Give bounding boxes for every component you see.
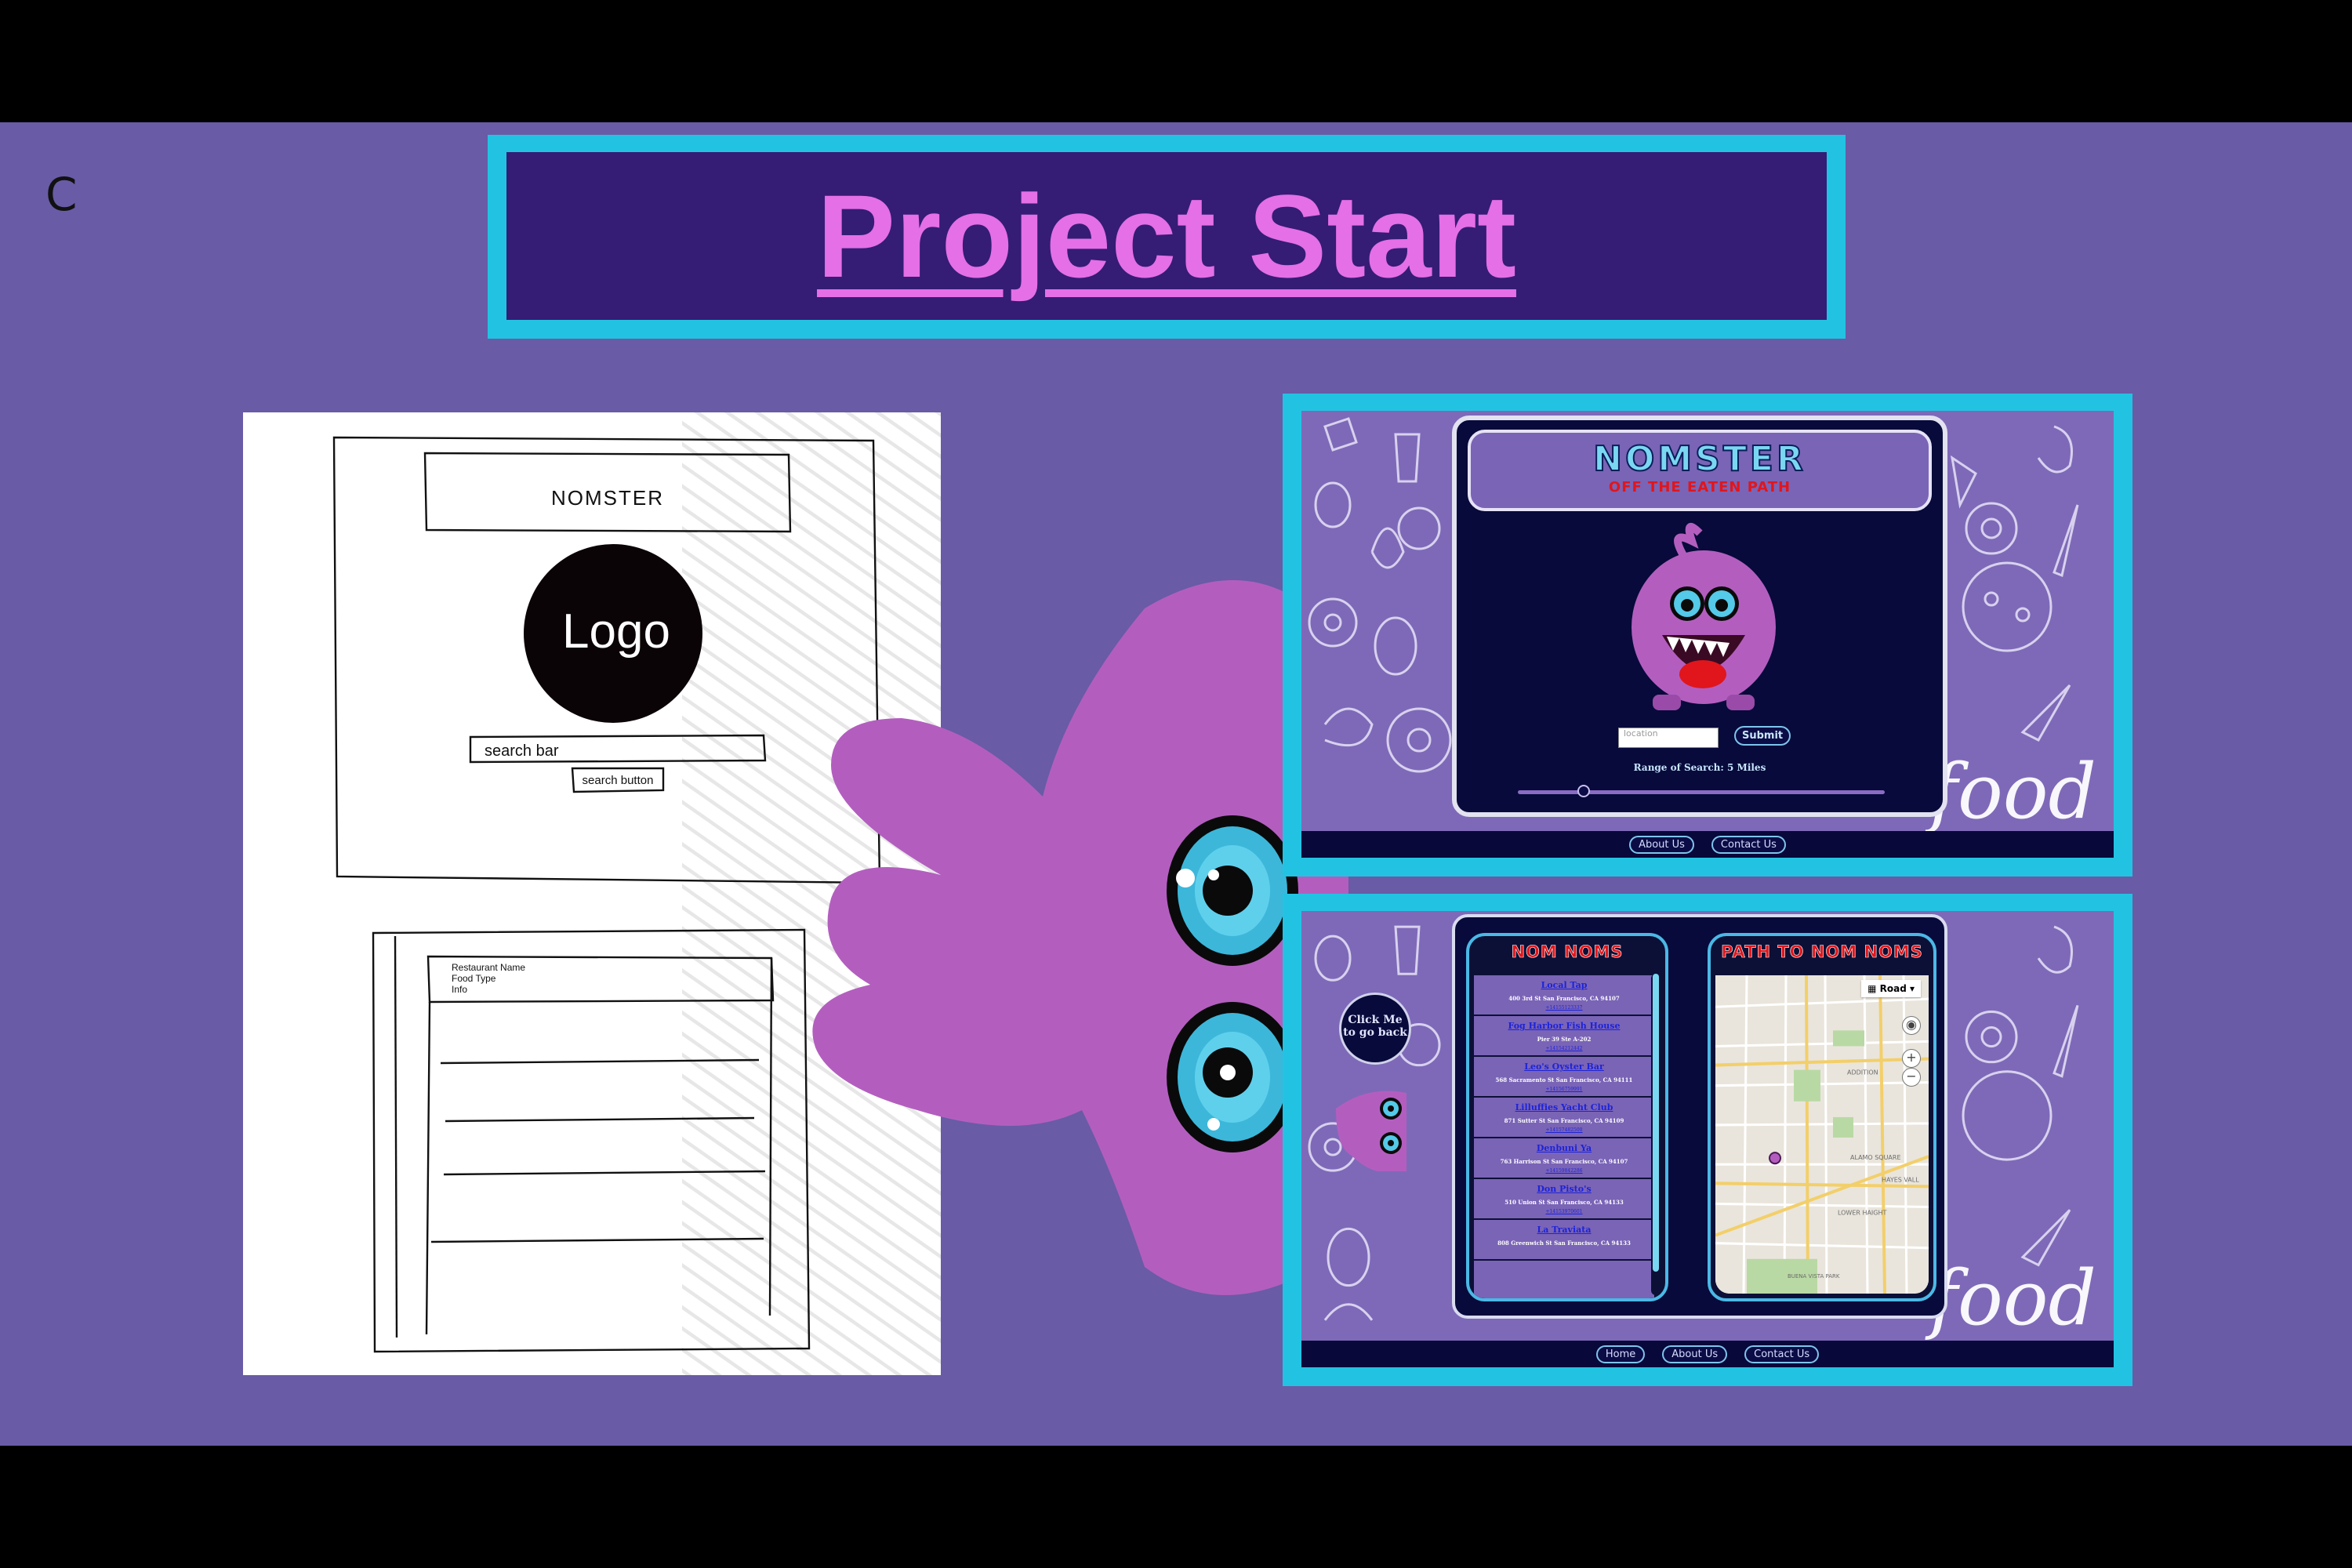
restaurant-address: 871 Sutter St San Francisco, CA 94109 — [1504, 1117, 1624, 1124]
restaurant-address: 510 Union St San Francisco, CA 94133 — [1504, 1199, 1624, 1206]
about-us-link[interactable]: About Us — [1662, 1345, 1728, 1363]
monster-illustration — [812, 580, 1348, 1295]
restaurant-phone[interactable]: +14155123337 — [1477, 1005, 1651, 1011]
list-item[interactable]: Denbuni Ya 763 Harrison St San Francisco… — [1474, 1138, 1654, 1179]
location-input[interactable]: location — [1618, 728, 1719, 748]
results-card: NOM NOMS Local Tap 400 3rd St San Franci… — [1452, 914, 1947, 1319]
map-type-label: Road — [1879, 983, 1907, 994]
food-decor-word: food — [1929, 748, 2096, 836]
list-item[interactable]: La Traviata 808 Greenwich St San Francis… — [1474, 1220, 1654, 1261]
food-decor-word: food — [1929, 1254, 2096, 1342]
wireframe-search-button-label: search button — [583, 774, 654, 787]
wireframe-logo-text: Logo — [562, 604, 670, 659]
list-scrollbar[interactable] — [1651, 974, 1661, 1295]
nomster-mascot — [1632, 523, 1776, 710]
restaurant-phone[interactable]: +14153970601 — [1477, 1209, 1651, 1214]
back-bubble[interactable]: Click Me to go back — [1339, 993, 1411, 1065]
range-label: Range of Search: 5 Miles — [1633, 762, 1766, 773]
monster-eye-bottom — [1167, 1002, 1298, 1152]
map-title: PATH TO NOM NOMS — [1721, 942, 1923, 962]
restaurant-name[interactable]: Lilluffies Yacht Club — [1477, 1102, 1651, 1112]
search-card: NOMSTER OFF THE EATEN PATH location Subm… — [1452, 416, 1947, 817]
list-item[interactable]: Leo's Oyster Bar 568 Sacramento St San F… — [1474, 1057, 1654, 1098]
contact-us-link[interactable]: Contact Us — [1744, 1345, 1820, 1363]
monster-eye-top — [1167, 815, 1298, 966]
submit-button[interactable]: Submit — [1734, 726, 1791, 746]
contact-us-link[interactable]: Contact Us — [1711, 835, 1786, 854]
restaurant-name[interactable]: Don Pisto's — [1477, 1184, 1651, 1194]
restaurant-name[interactable]: Leo's Oyster Bar — [1477, 1062, 1651, 1072]
range-slider-knob[interactable] — [1577, 785, 1590, 797]
restaurant-list-panel: NOM NOMS Local Tap 400 3rd St San Franci… — [1466, 933, 1668, 1301]
list-scrollbar-thumb[interactable] — [1653, 974, 1659, 1272]
restaurant-name[interactable]: La Traviata — [1477, 1225, 1651, 1235]
corner-letter: C — [45, 168, 78, 221]
restaurant-address: 568 Sacramento St San Francisco, CA 9411… — [1495, 1076, 1633, 1083]
list-item[interactable]: Local Tap 400 3rd St San Francisco, CA 9… — [1474, 975, 1654, 1016]
wireframe-field-2: Info — [452, 984, 467, 995]
results-footer: Home About Us Contact Us — [1301, 1341, 2114, 1367]
home-link[interactable]: Home — [1595, 1345, 1646, 1363]
title-frame: Project Start — [488, 135, 1846, 339]
wireframe-app-name: NOMSTER — [551, 486, 664, 510]
map-panel: PATH TO NOM NOMS ADDITION ALAMO SQUARE H… — [1708, 933, 1936, 1301]
brand-header: NOMSTER OFF THE EATEN PATH — [1468, 430, 1932, 511]
home-screen-screenshot: food NOMSTER OFF THE EATEN PATH location… — [1283, 394, 2132, 877]
map-streets: ADDITION ALAMO SQUARE HAYES VALL LOWER H… — [1715, 975, 1929, 1294]
restaurant-name[interactable]: Fog Harbor Fish House — [1477, 1021, 1651, 1031]
restaurant-address: 763 Harrison St San Francisco, CA 94107 — [1500, 1158, 1628, 1165]
wireframe-search-bar-label: search bar — [485, 742, 559, 760]
restaurant-address: 400 3rd St San Francisco, CA 94107 — [1508, 995, 1620, 1002]
zoom-out-icon[interactable]: − — [1902, 1068, 1921, 1087]
home-footer: About Us Contact Us — [1301, 831, 2114, 858]
home-screen: food NOMSTER OFF THE EATEN PATH location… — [1301, 411, 2114, 858]
range-slider-track[interactable] — [1518, 790, 1885, 794]
title-box: Project Start — [506, 152, 1827, 320]
list-title: NOM NOMS — [1511, 942, 1624, 962]
map-label-alamo: ALAMO SQUARE — [1850, 1154, 1900, 1161]
restaurant-list[interactable]: Local Tap 400 3rd St San Francisco, CA 9… — [1474, 975, 1654, 1298]
about-us-link[interactable]: About Us — [1629, 835, 1694, 854]
brand-tagline: OFF THE EATEN PATH — [1608, 479, 1791, 495]
small-monster-peek — [1336, 1091, 1406, 1171]
restaurant-phone[interactable]: +14154212442 — [1477, 1046, 1651, 1051]
wireframe-field-0: Restaurant Name — [452, 962, 525, 973]
results-screen: food Click Me to go back NOM NOMS Local … — [1301, 911, 2114, 1367]
list-item[interactable]: Fog Harbor Fish House Pier 39 Ste A-202 … — [1474, 1016, 1654, 1057]
restaurant-phone[interactable]: +14156759991 — [1477, 1087, 1651, 1092]
brand-name: NOMSTER — [1592, 438, 1806, 480]
map-type-dropdown[interactable]: ▦ Road ▾ — [1861, 980, 1921, 997]
slide: C Project Start NOMSTER Logo search bar … — [0, 122, 2352, 1446]
restaurant-name[interactable]: Local Tap — [1477, 980, 1651, 990]
list-item[interactable]: Don Pisto's 510 Union St San Francisco, … — [1474, 1179, 1654, 1220]
map-view[interactable]: ADDITION ALAMO SQUARE HAYES VALL LOWER H… — [1715, 975, 1929, 1294]
restaurant-address: 808 Greenwich St San Francisco, CA 94133 — [1497, 1240, 1631, 1247]
zoom-in-icon[interactable]: + — [1902, 1049, 1921, 1068]
restaurant-phone[interactable]: +14157482500 — [1477, 1127, 1651, 1133]
map-label-lower-haight: LOWER HAIGHT — [1838, 1209, 1886, 1216]
results-screen-screenshot: food Click Me to go back NOM NOMS Local … — [1283, 894, 2132, 1386]
map-label-hayes: HAYES VALL — [1882, 1176, 1919, 1183]
locate-icon[interactable]: ◉ — [1902, 1016, 1921, 1035]
wireframe-field-1: Food Type — [452, 973, 496, 984]
map-label-addition: ADDITION — [1847, 1069, 1878, 1076]
slide-title: Project Start — [817, 170, 1516, 302]
list-item[interactable]: Lilluffies Yacht Club 871 Sutter St San … — [1474, 1098, 1654, 1138]
restaurant-name[interactable]: Denbuni Ya — [1477, 1143, 1651, 1153]
restaurant-address: Pier 39 Ste A-202 — [1537, 1036, 1592, 1043]
restaurant-phone[interactable]: +14159842286 — [1477, 1168, 1651, 1174]
map-label-buena-vista: BUENA VISTA PARK — [1788, 1272, 1840, 1279]
